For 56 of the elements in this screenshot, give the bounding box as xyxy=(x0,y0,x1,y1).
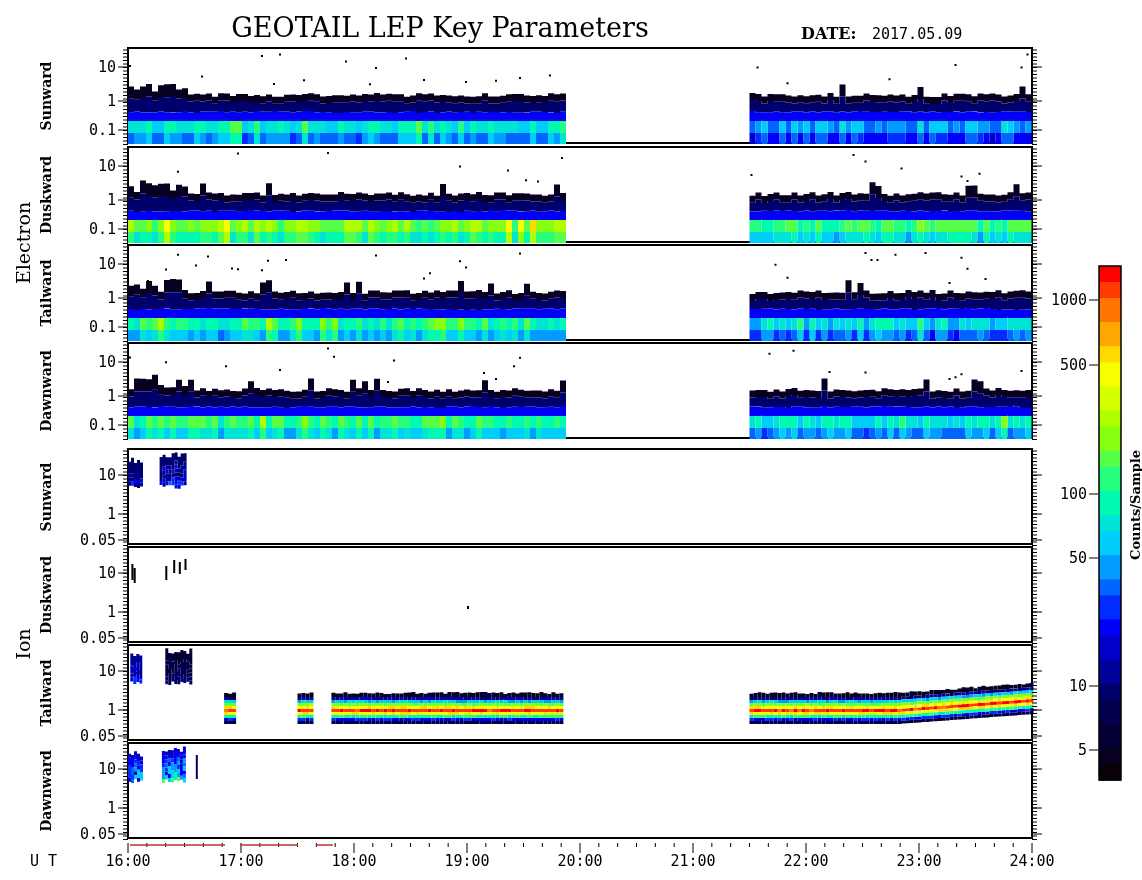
tick-label: 100 xyxy=(1059,485,1087,503)
tick-label: 1 xyxy=(106,701,116,719)
tick-label: 5 xyxy=(1077,741,1087,759)
colorbar-label: Counts/Sample xyxy=(1128,450,1142,560)
spectrogram-drawing xyxy=(128,746,198,783)
tick-label: 19:00 xyxy=(444,852,490,870)
panel-label: Dawnward xyxy=(38,750,54,832)
panel-label: Sunward xyxy=(38,61,54,131)
tick-label: 0.05 xyxy=(79,727,116,745)
panel-label: Duskward xyxy=(38,155,54,235)
tick-label: 10 xyxy=(97,157,116,175)
spectrogram-drawing xyxy=(128,452,187,489)
tick-label: 10 xyxy=(1068,677,1087,695)
tick-label: 21:00 xyxy=(670,852,716,870)
tick-label: 10 xyxy=(97,58,116,76)
tick-label: 0.05 xyxy=(79,825,116,843)
tick-label: 0.05 xyxy=(79,531,116,549)
panel-label: Sunward xyxy=(38,462,54,532)
tick-label: 50 xyxy=(1068,549,1087,567)
tick-label: 1 xyxy=(106,387,116,405)
date-label: DATE: xyxy=(801,24,857,43)
tick-label: 0.1 xyxy=(88,416,116,434)
tick-label: 10 xyxy=(97,564,116,582)
tick-label: 24:00 xyxy=(1009,852,1055,870)
tick-label: 18:00 xyxy=(331,852,377,870)
panel-label: Duskward xyxy=(38,555,54,635)
plot-title: GEOTAIL LEP Key Parameters xyxy=(231,12,649,43)
date-value: 2017.05.09 xyxy=(872,25,963,43)
tick-label: 16:00 xyxy=(105,852,151,870)
tick-label: 1 xyxy=(106,289,116,307)
tick-label: 1 xyxy=(106,603,116,621)
axis-label: U T xyxy=(30,852,58,870)
tick-label: 17:00 xyxy=(218,852,264,870)
tick-label: 1000 xyxy=(1050,291,1087,309)
group-label: Electron xyxy=(12,201,34,285)
tick-label: 1 xyxy=(106,191,116,209)
tick-label: 10 xyxy=(97,353,116,371)
tick-label: 10 xyxy=(97,760,116,778)
panel-label: Tailward xyxy=(38,659,54,727)
tick-label: 1 xyxy=(106,799,116,817)
tick-label: 500 xyxy=(1059,356,1087,374)
tick-label: 10 xyxy=(97,255,116,273)
group-label: Ion xyxy=(12,628,34,660)
panel-label: Dawnward xyxy=(38,350,54,432)
tick-label: 23:00 xyxy=(896,852,942,870)
tick-label: 20:00 xyxy=(557,852,603,870)
tick-label: 0.05 xyxy=(79,629,116,647)
tick-label: 10 xyxy=(97,662,116,680)
tick-label: 0.1 xyxy=(88,220,116,238)
tick-label: 22:00 xyxy=(783,852,829,870)
tick-label: 10 xyxy=(97,466,116,484)
tick-label: 1 xyxy=(106,92,116,110)
tick-label: 0.1 xyxy=(88,121,116,139)
tick-label: 0.1 xyxy=(88,318,116,336)
panel-label: Tailward xyxy=(38,259,54,327)
tick-label: 1 xyxy=(106,505,116,523)
